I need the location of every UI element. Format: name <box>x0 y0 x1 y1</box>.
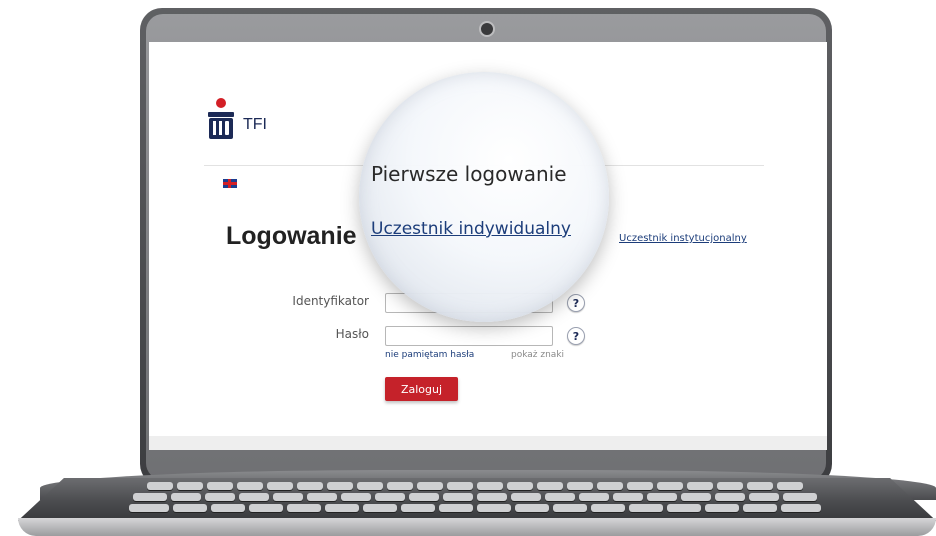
password-help-icon[interactable]: ? <box>567 327 585 345</box>
password-input[interactable] <box>385 326 553 346</box>
first-login-heading: Pierwsze logowanie <box>371 162 567 186</box>
brand-name: TFI <box>243 116 267 133</box>
pko-money-box-icon <box>208 112 234 139</box>
tab-institutional-participant[interactable]: Uczestnik instytucjonalny <box>619 233 747 244</box>
magnifier-glass <box>359 72 609 322</box>
tab-individual-participant[interactable]: Uczestnik indywidualny <box>371 219 571 239</box>
uk-flag-icon[interactable] <box>223 179 237 188</box>
identifier-help-icon[interactable]: ? <box>567 294 585 312</box>
logo-dot-icon <box>216 98 226 108</box>
login-button[interactable]: Zaloguj <box>385 377 458 401</box>
password-label: Hasło <box>335 327 369 341</box>
forgot-password-link[interactable]: nie pamiętam hasła <box>385 350 474 360</box>
laptop-screen: TFI Logowanie Uczestnik instytucjonalny … <box>149 42 827 438</box>
page-title: Logowanie <box>226 222 357 250</box>
show-password-link[interactable]: pokaż znaki <box>511 350 564 360</box>
screen-bottom-bezel <box>149 436 827 450</box>
webcam-icon <box>479 21 495 37</box>
identifier-label: Identyfikator <box>292 294 369 308</box>
keyboard <box>90 482 860 516</box>
laptop-front-edge <box>18 518 936 536</box>
